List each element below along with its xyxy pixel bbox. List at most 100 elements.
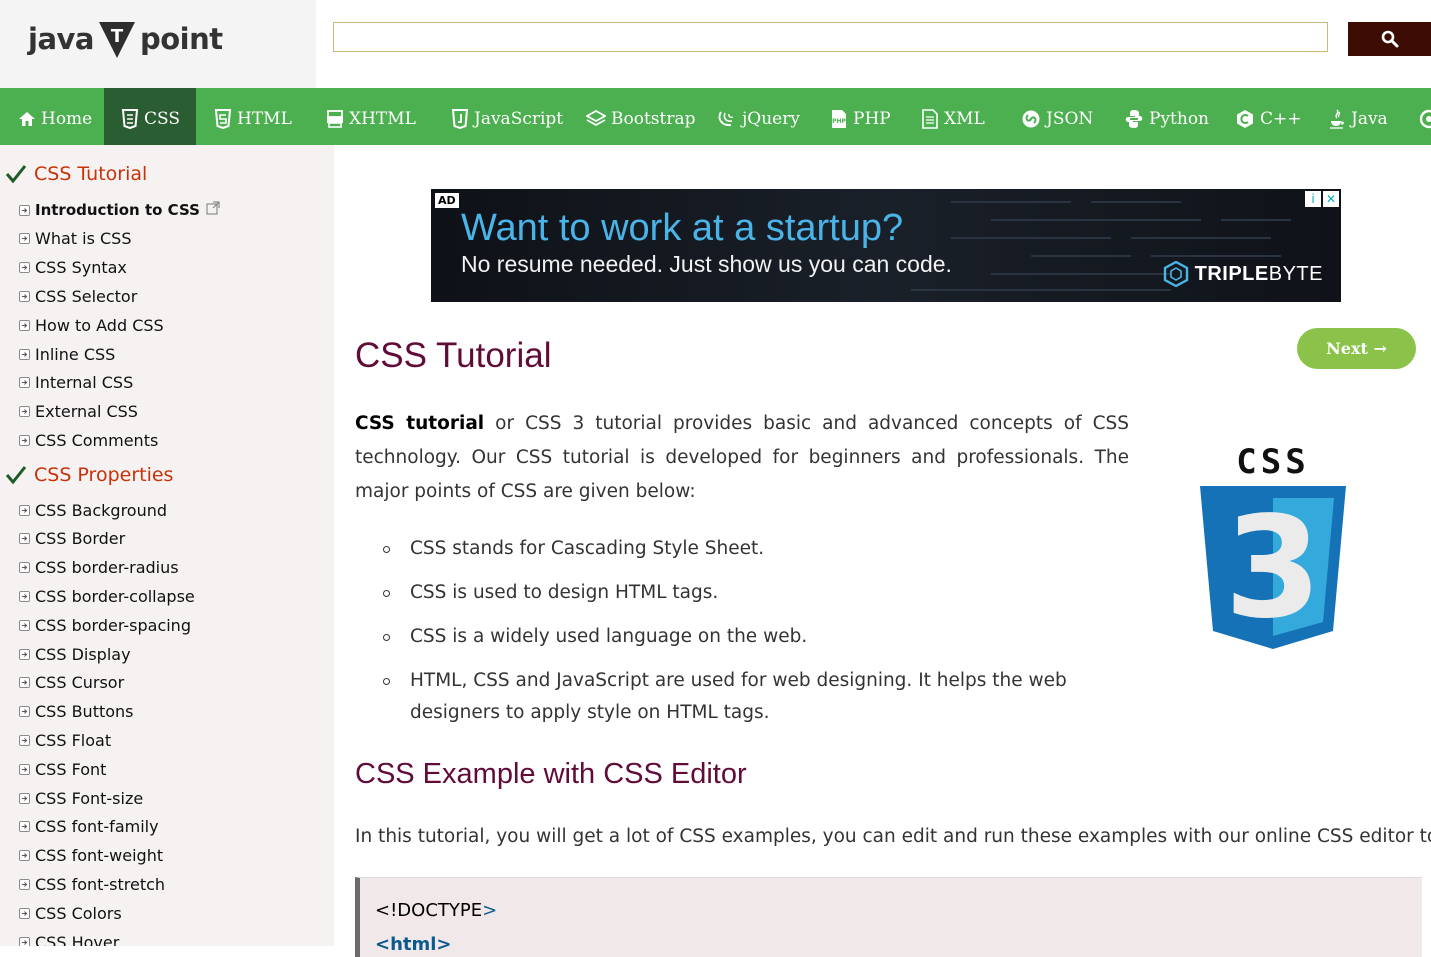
sidebar-item-label: CSS Buttons	[35, 702, 134, 722]
ad-close-icon[interactable]: ✕	[1323, 191, 1339, 207]
sidebar-item-css-colors[interactable]: CSS Colors	[19, 902, 122, 924]
triplebyte-hex-icon	[1163, 261, 1188, 287]
nav-bootstrap[interactable]: Bootstrap	[586, 88, 696, 145]
nav-more[interactable]	[1419, 88, 1431, 145]
advertisement-banner[interactable]: AD Want to work at a startup? No resume …	[431, 189, 1341, 302]
nav-javascript[interactable]: JavaScript	[451, 88, 563, 145]
sidebar-item-external-css[interactable]: External CSS	[19, 401, 138, 423]
nav-html[interactable]: HTML	[214, 88, 292, 145]
bullet-arrow-icon	[19, 619, 30, 631]
nav-next-item-icon	[1419, 109, 1431, 128]
xml-icon	[922, 108, 938, 129]
site-header: java T point	[0, 0, 1431, 88]
javatpoint-logo[interactable]: java T point	[28, 18, 223, 60]
external-link-icon[interactable]	[206, 201, 220, 219]
nav-jquery[interactable]: jQuery	[717, 88, 800, 145]
bullet-arrow-icon	[19, 734, 30, 746]
bullet-arrow-icon	[19, 233, 30, 245]
logo-mark-letter: T	[111, 26, 124, 47]
sidebar-item-css-border-radius[interactable]: CSS border-radius	[19, 557, 179, 579]
sidebar-item-css-background[interactable]: CSS Background	[19, 499, 167, 521]
sidebar-item-label: CSS Font-size	[35, 788, 144, 808]
sidebar-item-css-border-spacing[interactable]: CSS border-spacing	[19, 614, 191, 636]
bullet-arrow-icon	[19, 821, 30, 833]
sidebar-item-css-display[interactable]: CSS Display	[19, 643, 131, 665]
sidebar-item-label: External CSS	[35, 402, 138, 422]
code-doctype: <!DOCTYPE	[375, 900, 483, 921]
code-doctype-close: >	[482, 900, 498, 921]
search-input[interactable]	[333, 22, 1328, 52]
sidebar-item-css-float[interactable]: CSS Float	[19, 729, 111, 751]
sidebar-item-introduction-to-css[interactable]: Introduction to CSS	[19, 199, 220, 221]
sidebar-item-css-hover[interactable]: CSS Hover	[19, 931, 119, 946]
code-line: <!DOCTYPE>	[375, 900, 497, 921]
sidebar-item-css-comments[interactable]: CSS Comments	[19, 429, 158, 451]
nav-xhtml[interactable]: XHTML	[326, 88, 416, 145]
sidebar-item-css-font-weight[interactable]: CSS font-weight	[19, 845, 163, 867]
sidebar-item-css-font-size[interactable]: CSS Font-size	[19, 787, 143, 809]
nav-json[interactable]: JSON	[1021, 88, 1093, 145]
json-icon	[1022, 110, 1040, 127]
sidebar-item-how-to-add-css[interactable]: How to Add CSS	[19, 314, 164, 336]
nav-python-label: Python	[1149, 108, 1210, 129]
php-icon: PHP	[832, 109, 847, 128]
ad-brand-light: BYTE	[1268, 262, 1323, 285]
sidebar-item-label: How to Add CSS	[35, 315, 164, 335]
code-line: <html>	[375, 934, 452, 955]
ad-info-icon[interactable]: i	[1305, 191, 1321, 207]
jquery-icon	[718, 110, 734, 126]
sidebar-item-label: CSS font-family	[35, 817, 159, 837]
sidebar-item-what-is-css[interactable]: What is CSS	[19, 228, 131, 250]
nav-xhtml-label: XHTML	[349, 108, 416, 129]
list-item: CSS is a widely used language on the web…	[383, 621, 1130, 653]
checkmark-icon	[6, 466, 26, 485]
logo-text-java: java	[28, 22, 94, 56]
nav-cpp-label: C++	[1260, 108, 1302, 129]
next-button[interactable]: Next →	[1297, 328, 1416, 369]
bullet-arrow-icon	[19, 504, 30, 516]
sidebar-item-css-selector[interactable]: CSS Selector	[19, 285, 137, 307]
intro-bold: CSS tutorial	[355, 413, 485, 434]
sidebar-item-css-font-stretch[interactable]: CSS font-stretch	[19, 873, 165, 895]
bullet-arrow-icon	[19, 850, 30, 862]
sidebar-item-css-border-collapse[interactable]: CSS border-collapse	[19, 585, 195, 607]
list-item: HTML, CSS and JavaScript are used for we…	[383, 665, 1130, 729]
sidebar-item-label: Introduction to CSS	[35, 201, 200, 219]
page-title: CSS Tutorial	[355, 336, 552, 375]
sidebar-section-css-tutorial: CSS Tutorial	[6, 163, 147, 185]
bullet-arrow-icon	[19, 262, 30, 274]
sidebar-item-css-border[interactable]: CSS Border	[19, 528, 125, 550]
sidebar-item-label: Inline CSS	[35, 344, 116, 364]
nav-php-label: PHP	[853, 108, 891, 129]
nav-python[interactable]: Python	[1124, 88, 1209, 145]
nav-json-label: JSON	[1046, 108, 1094, 129]
sidebar-item-label: CSS Display	[35, 644, 131, 664]
sidebar-item-label: CSS Border	[35, 529, 126, 549]
nav-css[interactable]: CSS	[104, 88, 196, 145]
bullet-arrow-icon	[19, 936, 30, 946]
nav-cpp[interactable]: C++	[1235, 88, 1302, 145]
nav-java[interactable]: Java	[1328, 88, 1388, 145]
logo-t-mark-icon: T	[98, 22, 135, 58]
sidebar-item-css-font[interactable]: CSS Font	[19, 758, 106, 780]
sidebar-item-css-font-family[interactable]: CSS font-family	[19, 816, 159, 838]
sidebar-item-internal-css[interactable]: Internal CSS	[19, 372, 133, 394]
sidebar-item-css-cursor[interactable]: CSS Cursor	[19, 672, 124, 694]
logo-text-point: point	[139, 22, 223, 56]
bullet-arrow-icon	[19, 590, 30, 602]
code-example-box[interactable]: <!DOCTYPE> <html>	[355, 877, 1422, 957]
sidebar-item-css-syntax[interactable]: CSS Syntax	[19, 257, 127, 279]
sidebar-item-css-buttons[interactable]: CSS Buttons	[19, 701, 134, 723]
bullet-arrow-icon	[19, 434, 30, 446]
bullet-arrow-icon	[19, 763, 30, 775]
sidebar-item-inline-css[interactable]: Inline CSS	[19, 343, 115, 365]
nav-home[interactable]: Home	[18, 88, 92, 145]
nav-xml[interactable]: XML	[921, 88, 985, 145]
sidebar: CSS Tutorial Introduction to CSS What is …	[0, 145, 334, 946]
sidebar-item-label: CSS border-collapse	[35, 586, 195, 606]
ad-brand-logo: TRIPLE BYTE	[1163, 261, 1323, 287]
nav-html-label: HTML	[237, 108, 292, 129]
bullet-arrow-icon	[19, 290, 30, 302]
search-button[interactable]	[1348, 22, 1431, 56]
nav-php[interactable]: PHP PHP	[830, 88, 891, 145]
